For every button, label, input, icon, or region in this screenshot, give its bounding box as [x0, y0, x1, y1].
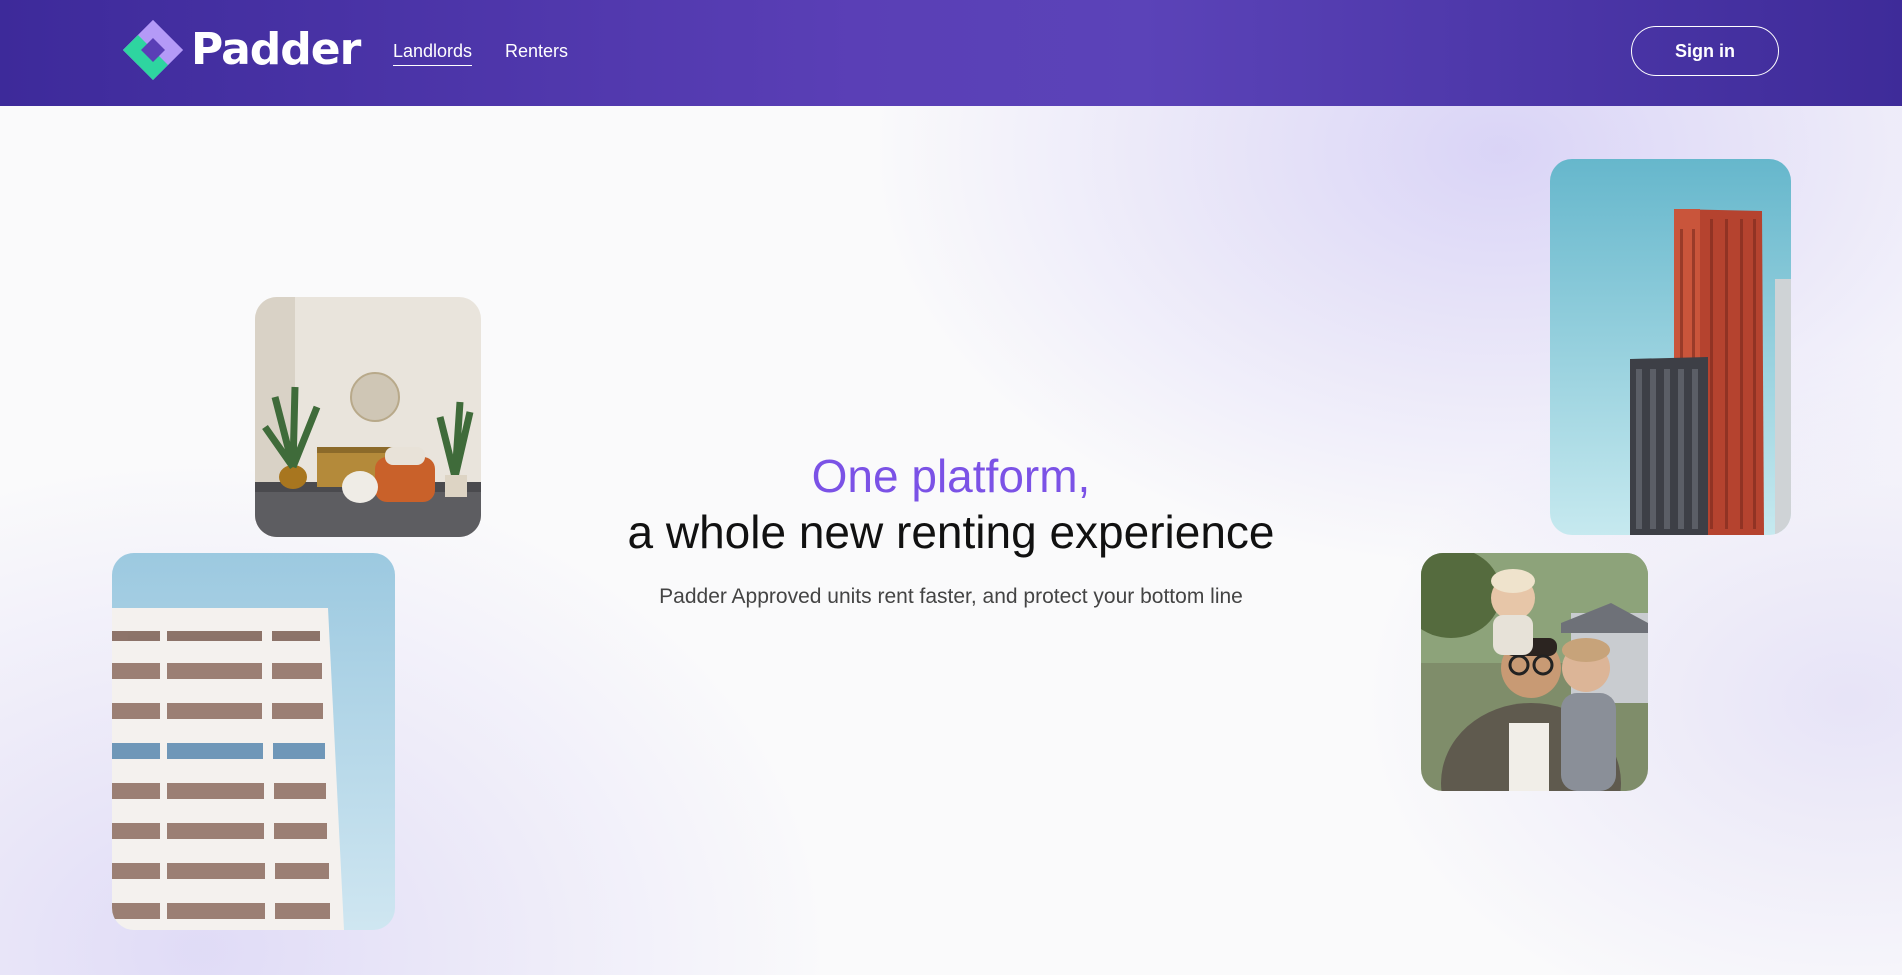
- family-photo: [1421, 553, 1648, 791]
- brand-logo[interactable]: Padder: [121, 18, 361, 84]
- top-navbar: Padder Landlords Renters Sign in: [0, 0, 1902, 106]
- hero-section: One platform, a whole new renting experi…: [580, 448, 1322, 631]
- white-building-photo: [112, 553, 395, 930]
- sign-in-button[interactable]: Sign in: [1631, 26, 1779, 76]
- brand-name: Padder: [191, 24, 361, 75]
- living-room-photo: [255, 297, 481, 537]
- nav-link-landlords[interactable]: Landlords: [393, 40, 473, 66]
- hero-title: a whole new renting experience: [627, 506, 1275, 558]
- hero-title-highlight: One platform,: [811, 450, 1091, 502]
- nav-link-renters[interactable]: Renters: [505, 40, 568, 62]
- diamond-logo-icon: [123, 20, 183, 80]
- red-tower-photo: [1550, 159, 1791, 535]
- hero-subtitle: Padder Approved units rent faster, and p…: [659, 585, 1243, 608]
